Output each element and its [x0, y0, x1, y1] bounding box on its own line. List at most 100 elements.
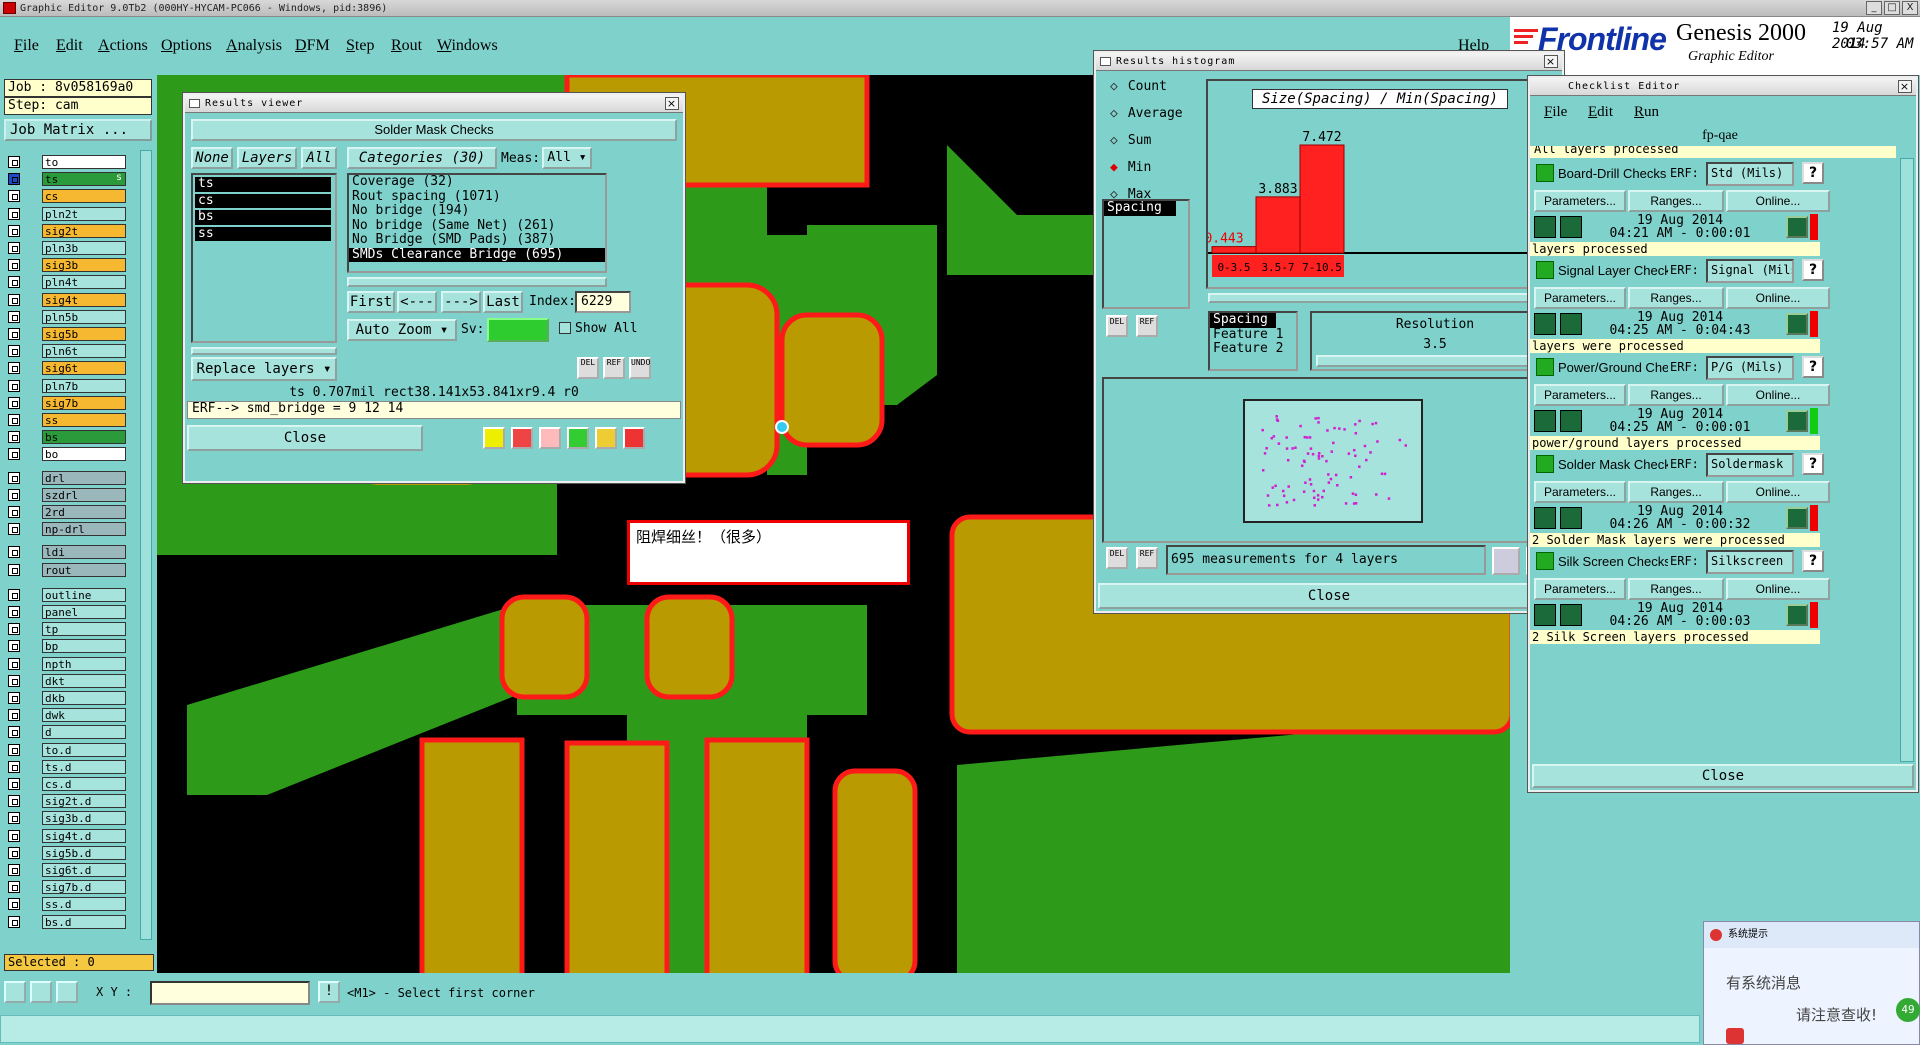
layer-checkbox[interactable] — [8, 414, 20, 426]
online-button[interactable]: Online... — [1726, 384, 1830, 406]
layer-name[interactable]: d — [42, 725, 126, 740]
zoom-icon[interactable] — [1786, 216, 1808, 238]
layer-list-hscroll[interactable] — [191, 347, 337, 355]
layer-name[interactable]: pln4t — [42, 275, 126, 290]
resolution-slider[interactable] — [1316, 355, 1552, 367]
layer-name[interactable]: ldi — [42, 545, 126, 560]
layer-row[interactable]: np-drl — [6, 522, 126, 537]
layer-checkbox[interactable] — [8, 846, 20, 859]
checklist-menu-edit[interactable]: Edit — [1588, 104, 1613, 121]
parameters-button[interactable]: Parameters... — [1534, 384, 1626, 406]
menu-windows[interactable]: Windows — [437, 37, 498, 55]
option-sum[interactable]: ◇ Sum — [1110, 133, 1151, 148]
layer-name[interactable]: bo — [42, 447, 126, 462]
measure-tool-icon[interactable] — [30, 981, 52, 1003]
layer-checkbox[interactable] — [8, 259, 20, 272]
feature-item[interactable]: Feature 2 — [1210, 341, 1296, 357]
category-item[interactable]: SMDs Clearance Bridge (695) — [349, 247, 605, 262]
layer-row[interactable]: to.d — [6, 742, 126, 757]
layer-checkbox[interactable] — [8, 606, 20, 618]
layer-row[interactable]: sig6t — [6, 361, 126, 376]
parameters-button[interactable]: Parameters... — [1534, 287, 1626, 309]
histogram-close-button[interactable]: Close — [1098, 583, 1560, 609]
online-button[interactable]: Online... — [1726, 481, 1830, 503]
layer-name[interactable]: pln3b — [42, 241, 126, 255]
xy-input[interactable] — [150, 981, 310, 1005]
layer-checkbox[interactable] — [8, 242, 20, 254]
layer-name[interactable]: sig6t.d — [42, 863, 126, 877]
category-item[interactable]: No bridge (Same Net) (261) — [349, 218, 605, 234]
run-icon[interactable] — [1534, 507, 1556, 529]
histogram-hscroll[interactable] — [1208, 293, 1556, 303]
layer-checkbox[interactable] — [8, 709, 20, 722]
layer-name[interactable]: sig7b — [42, 395, 126, 410]
layer-name[interactable]: np-drl — [42, 522, 126, 537]
layer-checkbox[interactable] — [8, 915, 20, 928]
erf-select[interactable]: Signal (Mils) — [1706, 259, 1794, 283]
option-count[interactable]: ◇ Count — [1110, 79, 1167, 94]
layer-checkbox[interactable] — [8, 864, 20, 876]
results-viewer-close-button[interactable]: Close — [187, 425, 423, 451]
layer-row[interactable]: 2rd — [6, 505, 126, 519]
erf-select[interactable]: Silkscreen — [1706, 550, 1794, 574]
layer-checkbox[interactable] — [8, 692, 20, 704]
check-name[interactable]: Solder Mask Checks — [1558, 457, 1668, 473]
checklist-close-button[interactable]: Close — [1532, 764, 1914, 788]
del-icon[interactable]: DEL — [577, 357, 599, 379]
layer-checkbox[interactable] — [8, 829, 20, 842]
erf-select[interactable]: Std (Mils) — [1706, 162, 1794, 186]
layer-row[interactable]: bp — [6, 639, 126, 654]
layer-row[interactable]: ldi — [6, 545, 126, 560]
layer-checkbox[interactable] — [8, 881, 20, 894]
run-step-icon[interactable] — [1560, 216, 1582, 238]
result-layer-item[interactable]: bs — [195, 209, 331, 225]
check-name[interactable]: Board-Drill Checks — [1558, 166, 1668, 182]
layer-row[interactable]: dkt — [6, 673, 126, 688]
preview-del-icon[interactable]: DEL — [1106, 547, 1128, 569]
layer-checkbox[interactable] — [8, 546, 20, 559]
menu-analysis[interactable]: Analysis — [226, 37, 282, 55]
attribute-item[interactable]: Spacing — [1104, 200, 1176, 216]
ranges-button[interactable]: Ranges... — [1628, 481, 1724, 503]
parameters-button[interactable]: Parameters... — [1534, 190, 1626, 212]
menu-file[interactable]: File — [14, 37, 39, 55]
layer-checkbox[interactable] — [8, 156, 20, 168]
layer-checkbox[interactable] — [8, 795, 20, 808]
layer-checkbox[interactable] — [8, 778, 20, 790]
layer-name[interactable]: rout — [42, 562, 126, 577]
menu-options[interactable]: Options — [161, 37, 212, 55]
all-button[interactable]: All — [301, 147, 337, 169]
layer-name[interactable]: sig4t.d — [42, 828, 126, 843]
layer-row[interactable]: sig3b.d — [6, 811, 126, 826]
layer-name[interactable]: sig5b.d — [42, 845, 126, 860]
layer-row[interactable]: rout — [6, 562, 126, 577]
layer-name[interactable]: sig3b — [42, 258, 126, 273]
attribute-list[interactable]: Spacing — [1102, 199, 1190, 309]
histogram-del-icon[interactable]: DEL — [1106, 315, 1128, 337]
layer-checkbox[interactable] — [8, 396, 20, 409]
layer-row[interactable]: bs.d — [6, 914, 126, 929]
layer-name[interactable]: sig5b — [42, 327, 126, 341]
layer-row[interactable]: npth — [6, 656, 126, 671]
help-icon[interactable]: ? — [1802, 550, 1824, 572]
layer-name[interactable]: pln7b — [42, 378, 126, 393]
layer-checkbox[interactable] — [8, 345, 20, 358]
layer-checkbox[interactable] — [8, 898, 20, 911]
menu-actions[interactable]: Actions — [98, 37, 148, 55]
layer-checkbox[interactable] — [8, 623, 20, 636]
layer-checkbox[interactable] — [8, 310, 20, 323]
layer-row[interactable]: ts.d — [6, 759, 126, 774]
layer-name[interactable]: dkt — [42, 673, 126, 688]
layer-checkbox[interactable] — [8, 471, 20, 484]
category-item[interactable]: No Bridge (SMD Pads) (387) — [349, 232, 605, 248]
checklist-menu-run[interactable]: Run — [1634, 104, 1659, 121]
layer-name[interactable]: pln2t — [42, 206, 126, 221]
erf-select[interactable]: P/G (Mils) — [1706, 356, 1794, 380]
help-icon[interactable]: ? — [1802, 356, 1824, 378]
run-icon[interactable] — [1534, 216, 1556, 238]
run-step-icon[interactable] — [1560, 410, 1582, 432]
mark-icon[interactable] — [511, 427, 533, 449]
checklist-scrollbar[interactable] — [1900, 158, 1914, 762]
option-average[interactable]: ◇ Average — [1110, 106, 1183, 121]
run-icon[interactable] — [1534, 604, 1556, 626]
